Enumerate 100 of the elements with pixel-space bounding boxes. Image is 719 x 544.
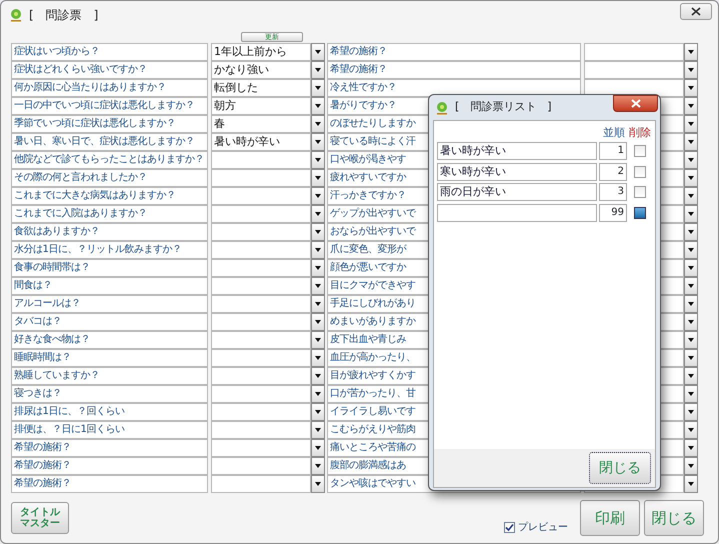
- close-button[interactable]: [680, 3, 712, 20]
- dropdown-button[interactable]: [684, 439, 698, 457]
- dropdown-button[interactable]: [311, 115, 325, 133]
- dropdown-button[interactable]: [684, 475, 698, 493]
- answer-field[interactable]: [211, 331, 311, 349]
- text-field[interactable]: 寒い時が辛い: [437, 162, 597, 181]
- answer-field[interactable]: [211, 457, 311, 475]
- answer-field[interactable]: 転倒した: [211, 79, 311, 97]
- dropdown-button[interactable]: [311, 313, 325, 331]
- text-field[interactable]: 暑い時が辛い: [437, 142, 597, 160]
- answer-field[interactable]: [211, 475, 311, 493]
- delete-checkbox[interactable]: [634, 145, 646, 158]
- dropdown-button[interactable]: [684, 61, 698, 79]
- text-field[interactable]: [437, 204, 597, 222]
- dropdown-button[interactable]: [311, 403, 325, 421]
- answer-field[interactable]: [584, 61, 684, 79]
- text-field[interactable]: 雨の日が辛い: [437, 183, 597, 202]
- answer-field[interactable]: [211, 151, 311, 169]
- answer-field[interactable]: [211, 385, 311, 403]
- dropdown-button[interactable]: [311, 133, 325, 151]
- dropdown-button[interactable]: [684, 223, 698, 241]
- dropdown-button[interactable]: [311, 241, 325, 259]
- dropdown-button[interactable]: [684, 115, 698, 133]
- dropdown-button[interactable]: [684, 421, 698, 439]
- close-icon: [691, 7, 701, 16]
- answer-field[interactable]: [211, 223, 311, 241]
- dropdown-button[interactable]: [311, 331, 325, 349]
- dropdown-button[interactable]: [311, 169, 325, 187]
- answer-field[interactable]: [211, 205, 311, 223]
- close-button[interactable]: 閉じる: [644, 500, 704, 536]
- dropdown-button[interactable]: [684, 367, 698, 385]
- delete-checkbox[interactable]: [634, 186, 646, 198]
- answer-field[interactable]: 暑い時が辛い: [211, 133, 311, 151]
- dropdown-button[interactable]: [684, 79, 698, 97]
- answer-field[interactable]: [211, 439, 311, 457]
- answer-field[interactable]: [211, 421, 311, 439]
- answer-field[interactable]: [584, 43, 684, 61]
- order-field[interactable]: 2: [599, 162, 627, 181]
- order-field[interactable]: 99: [599, 204, 627, 222]
- answer-field[interactable]: [211, 367, 311, 385]
- dropdown-button[interactable]: [684, 151, 698, 169]
- dropdown-button[interactable]: [684, 295, 698, 313]
- dropdown-button[interactable]: [311, 439, 325, 457]
- answer-field[interactable]: [211, 241, 311, 259]
- caret-icon: [315, 374, 321, 378]
- dropdown-button[interactable]: [684, 331, 698, 349]
- dropdown-button[interactable]: [684, 241, 698, 259]
- answer-field[interactable]: [211, 169, 311, 187]
- dropdown-button[interactable]: [684, 43, 698, 61]
- question-label: 排便は、？日に1回くらい: [11, 421, 208, 439]
- answer-field[interactable]: [211, 187, 311, 205]
- answer-field[interactable]: [211, 259, 311, 277]
- dropdown-button[interactable]: [311, 277, 325, 295]
- close-button[interactable]: [613, 95, 658, 112]
- dropdown-button[interactable]: [311, 421, 325, 439]
- dropdown-button[interactable]: [311, 475, 325, 493]
- app-icon: [435, 100, 449, 114]
- dropdown-button[interactable]: [684, 457, 698, 475]
- dropdown-button[interactable]: [311, 187, 325, 205]
- answer-field[interactable]: [211, 295, 311, 313]
- delete-checkbox[interactable]: [634, 206, 646, 219]
- dropdown-button[interactable]: [311, 205, 325, 223]
- dropdown-button[interactable]: [311, 259, 325, 277]
- dropdown-button[interactable]: [684, 277, 698, 295]
- dropdown-button[interactable]: [311, 43, 325, 61]
- answer-field[interactable]: 1年以上前から: [211, 43, 311, 61]
- preview-checkbox[interactable]: [504, 522, 515, 532]
- dropdown-button[interactable]: [311, 367, 325, 385]
- dropdown-button[interactable]: [311, 79, 325, 97]
- answer-field[interactable]: 春: [211, 115, 311, 133]
- answer-field[interactable]: [211, 277, 311, 295]
- answer-field[interactable]: 朝方: [211, 97, 311, 115]
- dropdown-button[interactable]: [684, 259, 698, 277]
- dropdown-button[interactable]: [311, 295, 325, 313]
- dropdown-button[interactable]: [684, 313, 698, 331]
- dropdown-button[interactable]: [684, 385, 698, 403]
- delete-checkbox[interactable]: [634, 166, 646, 178]
- answer-field[interactable]: かなり強い: [211, 61, 311, 79]
- dropdown-button[interactable]: [684, 187, 698, 205]
- dropdown-button[interactable]: [311, 61, 325, 79]
- dropdown-button[interactable]: [311, 97, 325, 115]
- dropdown-button[interactable]: [684, 349, 698, 367]
- dropdown-button[interactable]: [311, 457, 325, 475]
- order-field[interactable]: 3: [599, 183, 627, 202]
- title-master-button[interactable]: タイトル マスター: [11, 502, 69, 534]
- order-field[interactable]: 1: [599, 142, 627, 160]
- answer-field[interactable]: [211, 403, 311, 421]
- dropdown-button[interactable]: [684, 169, 698, 187]
- dropdown-button[interactable]: [311, 349, 325, 367]
- dropdown-button[interactable]: [311, 151, 325, 169]
- answer-field[interactable]: [211, 313, 311, 331]
- print-button[interactable]: 印刷: [580, 500, 640, 536]
- dropdown-button[interactable]: [311, 385, 325, 403]
- dropdown-button[interactable]: [684, 133, 698, 151]
- dropdown-button[interactable]: [684, 205, 698, 223]
- dropdown-button[interactable]: [684, 403, 698, 421]
- dropdown-button[interactable]: [311, 223, 325, 241]
- close-button[interactable]: 閉じる: [589, 452, 651, 484]
- answer-field[interactable]: [211, 349, 311, 367]
- dropdown-button[interactable]: [684, 97, 698, 115]
